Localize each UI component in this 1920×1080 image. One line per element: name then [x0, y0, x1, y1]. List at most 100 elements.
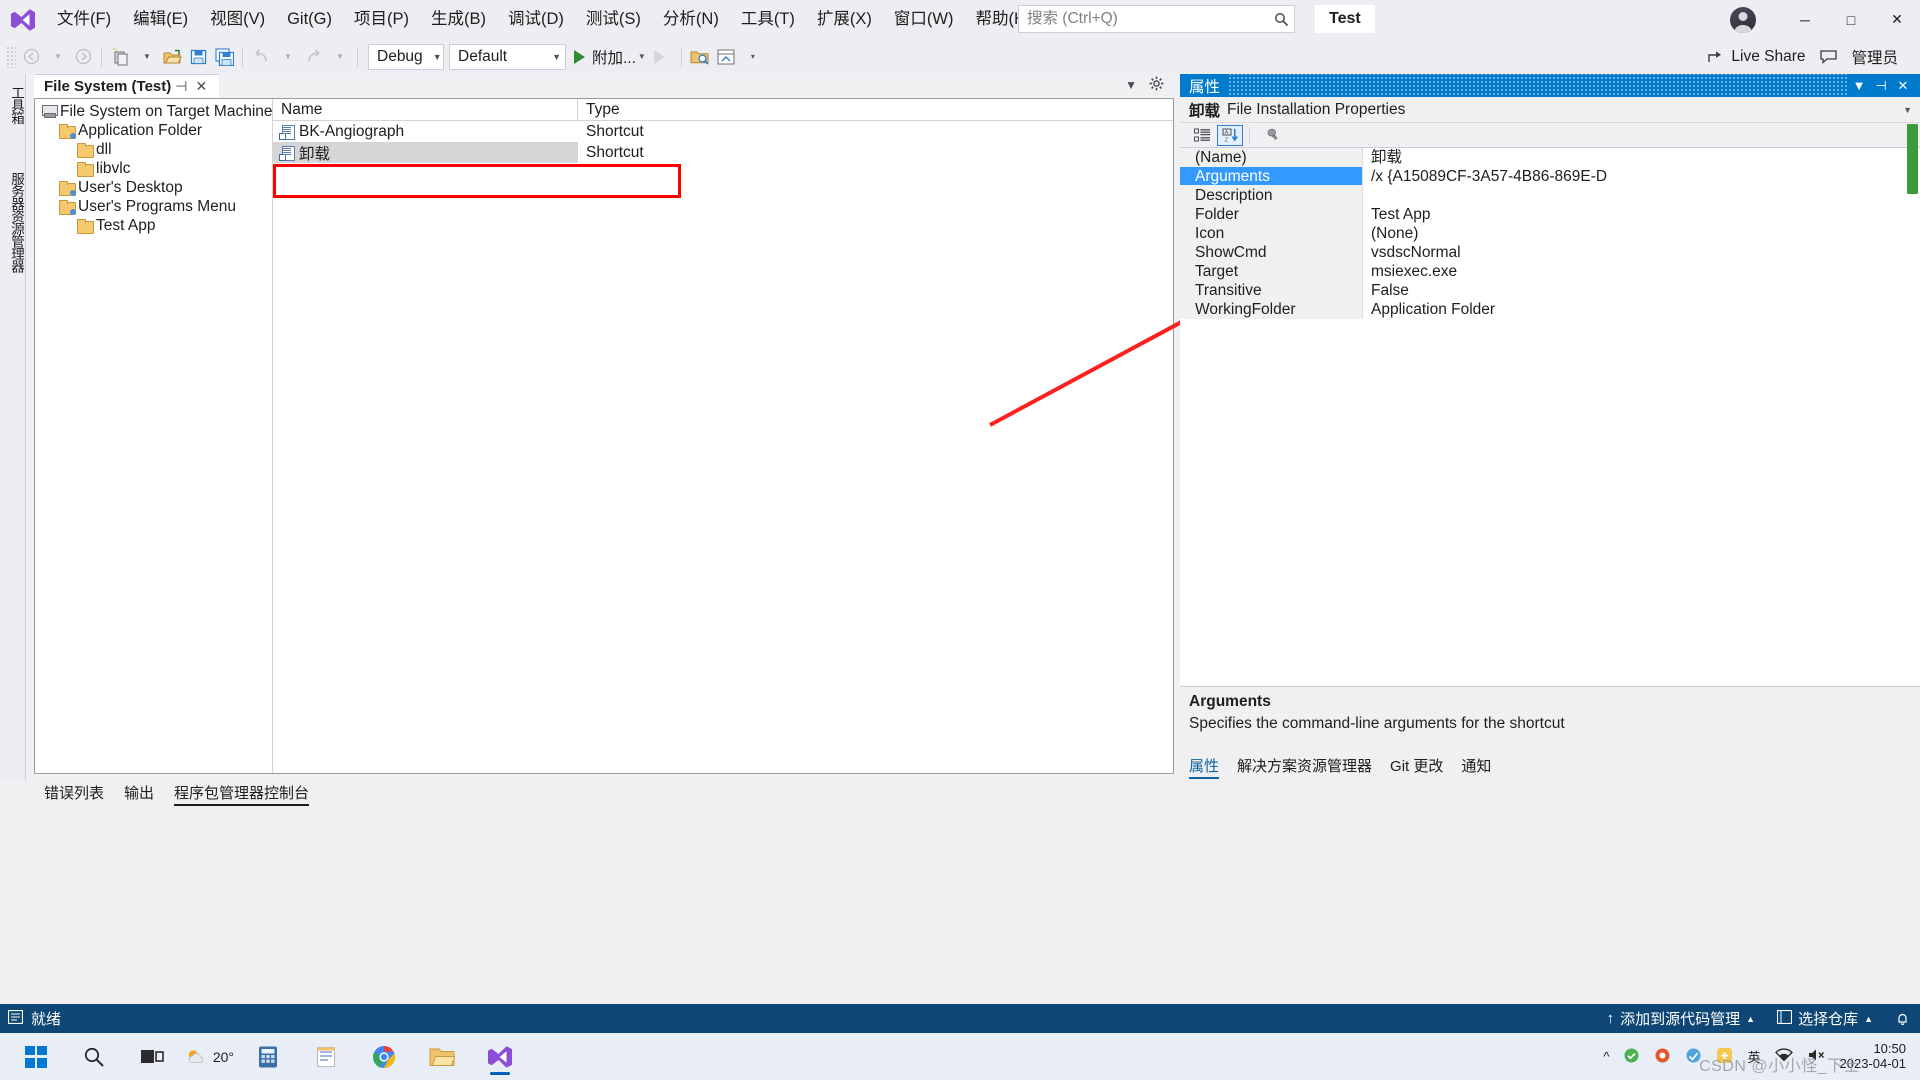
property-value[interactable]: Application Folder: [1363, 300, 1920, 319]
select-repository-button[interactable]: 选择仓库 ▲: [1777, 1008, 1873, 1029]
toolbar-grip[interactable]: [6, 45, 16, 68]
property-value[interactable]: (None): [1363, 224, 1920, 243]
property-row-icon[interactable]: Icon (None): [1180, 224, 1920, 243]
toolbar-overflow-icon[interactable]: ▾: [739, 42, 765, 72]
send-feedback-icon[interactable]: [1815, 42, 1841, 72]
menu-analyze[interactable]: 分析(N): [652, 0, 730, 39]
tab-properties[interactable]: 属性: [1189, 755, 1220, 779]
notepad-icon[interactable]: [302, 1037, 350, 1077]
property-value[interactable]: /x {A15089CF-3A57-4B86-869E-D: [1363, 167, 1920, 186]
drag-handle[interactable]: [1228, 74, 1848, 97]
property-row-target[interactable]: Target msiexec.exe: [1180, 262, 1920, 281]
property-pages-icon[interactable]: [1256, 125, 1282, 146]
property-value[interactable]: msiexec.exe: [1363, 262, 1920, 281]
property-row-transitive[interactable]: Transitive False: [1180, 281, 1920, 300]
property-row-workingfolder[interactable]: WorkingFolder Application Folder: [1180, 300, 1920, 319]
taskbar-search-icon[interactable]: [70, 1037, 118, 1077]
minimize-button[interactable]: ─: [1782, 0, 1828, 39]
property-row-description[interactable]: Description: [1180, 186, 1920, 205]
pin-icon[interactable]: ⊣: [171, 78, 191, 95]
search-input[interactable]: [1019, 6, 1268, 32]
tab-package-manager-console[interactable]: 程序包管理器控制台: [174, 782, 310, 806]
menu-extensions[interactable]: 扩展(X): [806, 0, 883, 39]
menu-build[interactable]: 生成(B): [420, 0, 497, 39]
chevron-down-icon[interactable]: ▼: [1848, 78, 1870, 93]
chevron-down-icon[interactable]: ▼: [1903, 105, 1912, 115]
navigate-forward-icon[interactable]: [70, 42, 96, 72]
close-icon[interactable]: ✕: [191, 78, 211, 95]
undo-icon[interactable]: [248, 42, 274, 72]
property-value[interactable]: False: [1363, 281, 1920, 300]
tab-solution-explorer[interactable]: 解决方案资源管理器: [1237, 755, 1372, 779]
tree-node-target-machine[interactable]: File System on Target Machine: [37, 102, 273, 121]
tree-node-application-folder[interactable]: Application Folder: [37, 121, 272, 140]
attach-button[interactable]: 附加... ▼: [566, 42, 650, 72]
visual-studio-icon[interactable]: [476, 1037, 524, 1077]
property-value[interactable]: Test App: [1363, 205, 1920, 224]
menu-edit[interactable]: 编辑(E): [122, 0, 199, 39]
property-value[interactable]: vsdscNormal: [1363, 243, 1920, 262]
menu-tools[interactable]: 工具(T): [730, 0, 806, 39]
solution-name-chip[interactable]: Test: [1315, 5, 1375, 33]
menu-git[interactable]: Git(G): [276, 0, 343, 39]
properties-scrollbar-thumb[interactable]: [1907, 124, 1918, 194]
column-header-name[interactable]: Name: [273, 99, 578, 120]
task-view-icon[interactable]: [128, 1037, 176, 1077]
tree-node-users-programs-menu[interactable]: User's Programs Menu: [37, 197, 272, 216]
tree-node-libvlc[interactable]: libvlc: [37, 159, 272, 178]
add-to-source-control-button[interactable]: ↑ 添加到源代码管理 ▲: [1607, 1008, 1755, 1029]
calculator-icon[interactable]: [244, 1037, 292, 1077]
configuration-combobox[interactable]: Debug ▼: [368, 43, 444, 70]
save-icon[interactable]: [185, 42, 211, 72]
navigate-backward-icon[interactable]: [18, 42, 44, 72]
table-row[interactable]: 卸载 Shortcut: [273, 142, 1173, 163]
toolbox-vertical-tab[interactable]: 工具箱: [0, 80, 26, 130]
undo-dropdown-icon[interactable]: ▼: [274, 42, 300, 72]
gear-icon[interactable]: [1149, 76, 1164, 94]
document-tab-file-system[interactable]: File System (Test) ⊣ ✕: [34, 74, 220, 98]
categorized-icon[interactable]: [1189, 125, 1215, 146]
weather-widget[interactable]: 20°: [186, 1037, 234, 1077]
close-icon[interactable]: ✕: [1892, 78, 1914, 94]
property-row-showcmd[interactable]: ShowCmd vsdscNormal: [1180, 243, 1920, 262]
search-box[interactable]: [1018, 5, 1295, 33]
property-value[interactable]: 卸载: [1363, 148, 1920, 167]
tray-app-icon[interactable]: [1623, 1047, 1640, 1067]
navigate-backward-dropdown-icon[interactable]: ▼: [44, 42, 70, 72]
close-button[interactable]: ✕: [1874, 0, 1920, 39]
menu-file[interactable]: 文件(F): [46, 0, 122, 39]
active-files-dropdown-icon[interactable]: ▼: [1125, 78, 1137, 92]
column-header-type[interactable]: Type: [578, 99, 1173, 120]
tree-node-test-app[interactable]: Test App: [37, 216, 272, 235]
pin-icon[interactable]: ⊣: [1870, 78, 1892, 94]
live-share-button[interactable]: Live Share: [1697, 42, 1815, 72]
tab-output[interactable]: 输出: [124, 782, 154, 806]
menu-project[interactable]: 项目(P): [343, 0, 420, 39]
account-avatar[interactable]: [1730, 6, 1756, 33]
tab-git-changes[interactable]: Git 更改: [1390, 755, 1443, 779]
start-icon[interactable]: [12, 1037, 60, 1077]
file-explorer-icon[interactable]: [418, 1037, 466, 1077]
redo-dropdown-icon[interactable]: ▼: [326, 42, 352, 72]
tab-error-list[interactable]: 错误列表: [44, 782, 104, 806]
show-hidden-icons-icon[interactable]: ^: [1603, 1049, 1609, 1064]
menu-test[interactable]: 测试(S): [575, 0, 652, 39]
save-all-icon[interactable]: [211, 42, 237, 72]
property-row-name[interactable]: (Name) 卸载: [1180, 148, 1920, 167]
property-value[interactable]: [1363, 186, 1920, 205]
menu-debug[interactable]: 调试(D): [497, 0, 575, 39]
maximize-button[interactable]: □: [1828, 0, 1874, 39]
notification-bell-icon[interactable]: [1895, 1011, 1910, 1026]
server-explorer-vertical-tab[interactable]: 服务器资源管理器: [0, 166, 26, 278]
new-project-dropdown-icon[interactable]: ▼: [133, 42, 159, 72]
property-row-arguments[interactable]: Arguments /x {A15089CF-3A57-4B86-869E-D: [1180, 167, 1920, 186]
chrome-icon[interactable]: [360, 1037, 408, 1077]
tab-notifications[interactable]: 通知: [1461, 755, 1491, 779]
open-file-icon[interactable]: [159, 42, 185, 72]
tray-app-icon-2[interactable]: [1654, 1047, 1671, 1067]
preview-changes-icon[interactable]: [713, 42, 739, 72]
redo-icon[interactable]: [300, 42, 326, 72]
table-row[interactable]: BK-Angiograph Shortcut: [273, 121, 1173, 142]
properties-object-selector[interactable]: 卸载 File Installation Properties ▼: [1180, 97, 1920, 123]
menu-view[interactable]: 视图(V): [199, 0, 276, 39]
